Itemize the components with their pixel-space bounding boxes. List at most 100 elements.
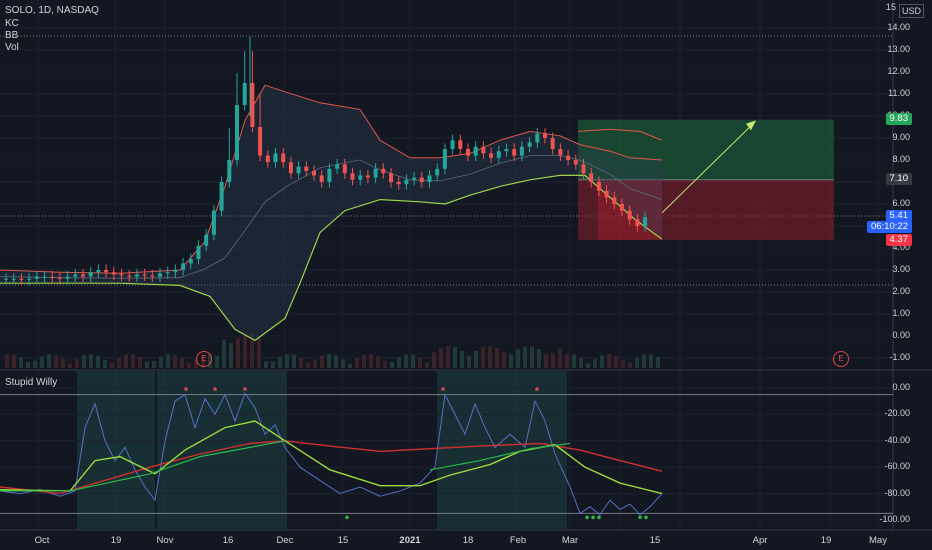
candle-body <box>281 153 286 163</box>
indicator-bb[interactable]: BB <box>5 30 18 41</box>
price-scale-label: 2.00 <box>892 286 910 296</box>
candle-body <box>604 190 609 198</box>
candle-body <box>165 272 170 274</box>
candle-body <box>458 140 463 149</box>
candle-body <box>88 272 93 277</box>
volume-bar <box>586 363 590 368</box>
volume-bar <box>117 357 121 368</box>
candle-body <box>566 155 571 160</box>
candle-body <box>342 164 347 174</box>
candle-body <box>4 278 8 280</box>
candle-body <box>96 270 101 273</box>
candle-body <box>204 234 209 246</box>
signal-dot <box>591 515 595 520</box>
candle-body <box>134 274 139 277</box>
volume-bar <box>439 347 443 368</box>
symbol-title: SOLO, 1D, NASDAQ <box>5 5 99 16</box>
volume-bar <box>145 361 149 368</box>
volume-bar <box>313 359 317 368</box>
chart-canvas[interactable] <box>0 0 932 550</box>
signal-dot <box>441 387 445 391</box>
volume-bar <box>362 354 366 368</box>
earnings-marker[interactable]: E <box>833 351 849 367</box>
candle-body <box>596 182 601 191</box>
price-scale-label: 9.00 <box>892 132 910 142</box>
volume-bar <box>467 355 471 368</box>
candle-body <box>73 274 78 277</box>
candle-body <box>627 210 632 220</box>
indicator-kc[interactable]: KC <box>5 18 19 29</box>
currency-tag[interactable]: USD <box>898 4 924 18</box>
price-scale-label: 12.00 <box>887 66 910 76</box>
candle-body <box>442 149 447 169</box>
signal-dot <box>585 515 589 520</box>
volume-bar <box>187 363 191 368</box>
volume-bar <box>565 354 569 368</box>
volume-bar <box>278 356 282 368</box>
candle-body <box>504 149 509 152</box>
indicator-vol[interactable]: Vol <box>5 42 19 53</box>
price-scale-label: 0.00 <box>892 330 910 340</box>
volume-bar <box>166 354 170 368</box>
volume-bar <box>530 346 534 368</box>
volume-bar <box>131 354 135 368</box>
volume-bar <box>334 355 338 368</box>
volume-bar <box>418 357 422 368</box>
volume-bar <box>635 357 639 368</box>
band-fill <box>0 85 662 341</box>
time-axis-label: 19 <box>110 535 122 546</box>
volume-bar <box>474 350 478 368</box>
time-axis-label: May <box>869 535 887 546</box>
volume-bar <box>551 352 555 368</box>
volume-bar <box>572 354 576 368</box>
volume-bar <box>229 343 233 368</box>
volume-bar <box>432 352 436 368</box>
signal-dot <box>345 515 349 520</box>
signal-dot <box>597 515 601 520</box>
candle-body <box>273 153 278 163</box>
lower-pane-title: Stupid Willy <box>5 377 58 388</box>
earnings-marker[interactable]: E <box>196 351 212 367</box>
time-axis-label: 15 <box>649 535 661 546</box>
volume-bar <box>628 362 632 368</box>
willy-scale-label: -60.00 <box>884 461 910 472</box>
candle-body <box>581 164 586 174</box>
volume-bar <box>75 358 79 368</box>
willy-scale-label: -40.00 <box>884 434 910 445</box>
candle-body <box>419 177 424 182</box>
volume-bar <box>159 356 163 368</box>
candle-body <box>481 146 486 154</box>
candle-body <box>643 217 648 226</box>
candle-body <box>620 204 624 211</box>
volume-bar <box>236 337 240 368</box>
candle-body <box>550 138 555 149</box>
candle-body <box>188 259 193 264</box>
candle-body <box>396 182 401 185</box>
volume-bar <box>222 339 226 368</box>
signal-dot <box>535 387 539 391</box>
candle-body <box>589 173 594 182</box>
volume-bar <box>579 358 583 368</box>
candle-body <box>519 146 524 156</box>
signal-dot <box>243 387 247 391</box>
price-scale-label: 13.00 <box>887 44 910 54</box>
candle-body <box>319 175 324 182</box>
candle-body <box>227 160 232 182</box>
candle-body <box>158 273 162 277</box>
candle-body <box>312 171 316 176</box>
volume-bar <box>306 362 310 368</box>
candle-body <box>211 210 216 235</box>
volume-bar <box>453 347 457 368</box>
candle-body <box>127 275 132 277</box>
volume-bar <box>215 355 219 368</box>
price-scale-label: 6.00 <box>892 198 910 208</box>
volume-bar <box>558 348 562 368</box>
willy-scale-label: -80.00 <box>884 487 910 498</box>
candle-body <box>81 274 85 277</box>
volume-bar <box>33 360 37 368</box>
candle-body <box>327 168 332 182</box>
candle-body <box>250 83 255 127</box>
candle-body <box>389 173 393 182</box>
volume-bar <box>264 361 268 368</box>
volume-bar <box>348 363 352 368</box>
